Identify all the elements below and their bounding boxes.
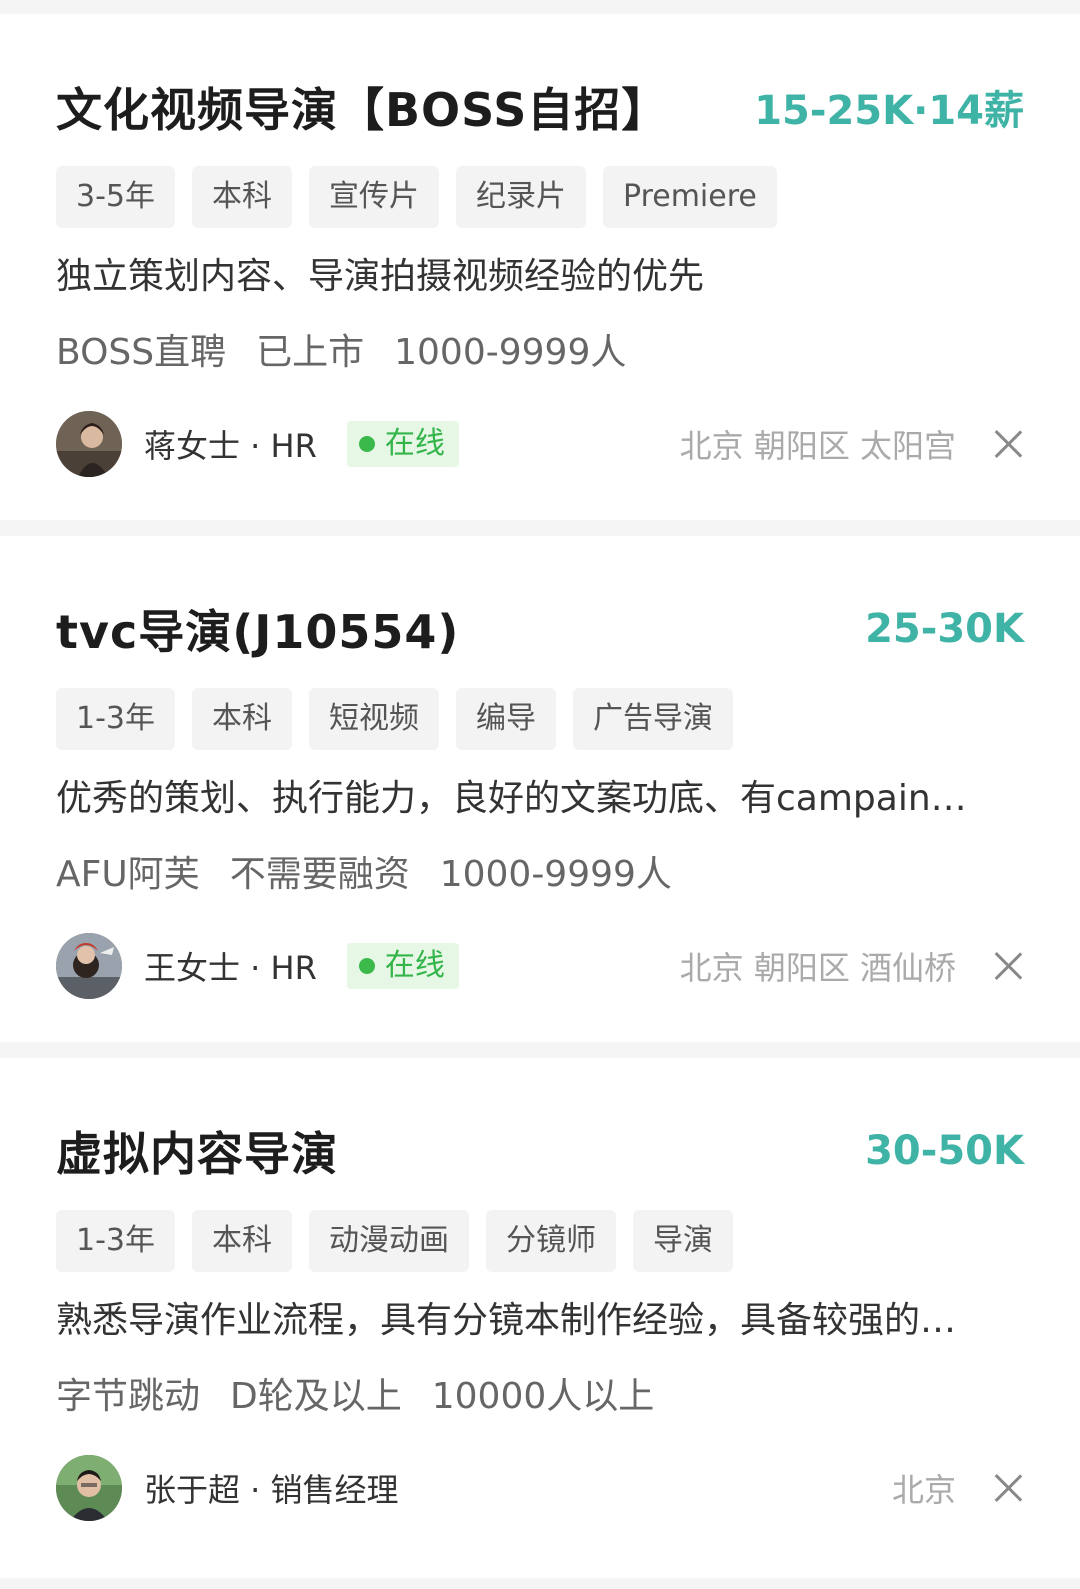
company-info: BOSS直聘 已上市 1000-9999人 (56, 326, 1024, 380)
job-header: 虚拟内容导演 30-50K (56, 1058, 1024, 1182)
close-icon[interactable] (992, 428, 1024, 460)
job-location: 北京 (891, 1471, 956, 1509)
top-divider (0, 0, 1080, 14)
tag: 动漫动画 (309, 1210, 469, 1272)
tag-list: 1-3年 本科 短视频 编导 广告导演 (56, 688, 1024, 750)
tag: 本科 (192, 1210, 292, 1272)
online-label: 在线 (384, 948, 445, 983)
tag: 编导 (456, 688, 556, 750)
company-name: 字节跳动 (56, 1376, 201, 1417)
company-size: 10000人以上 (431, 1376, 655, 1417)
recruiter-row: 蒋女士 · HR 在线 北京 朝阳区 太阳宫 (56, 410, 1024, 478)
recruiter-row: 张于超 · 销售经理 北京 (56, 1454, 1024, 1522)
online-dot-icon (358, 958, 375, 974)
salary: 25-30K (865, 606, 1024, 652)
company-size: 1000-9999人 (439, 854, 672, 895)
tag: 分镜师 (486, 1210, 616, 1272)
avatar[interactable] (56, 411, 122, 477)
job-list: 文化视频导演【BOSS自招】 15-25K·14薪 3-5年 本科 宣传片 纪录… (0, 0, 1080, 1578)
job-description: 优秀的策划、执行能力，良好的文案功底、有campain… (56, 778, 967, 819)
recruiter-name: 王女士 · HR (144, 949, 317, 987)
funding-stage: D轮及以上 (230, 1376, 402, 1417)
salary: 15-25K·14薪 (754, 88, 1024, 134)
job-title[interactable]: 文化视频导演【BOSS自招】 (56, 74, 668, 140)
tag: Premiere (603, 166, 777, 228)
job-card[interactable]: tvc导演(J10554) 25-30K 1-3年 本科 短视频 编导 广告导演… (0, 536, 1080, 1042)
funding-stage: 不需要融资 (229, 854, 410, 895)
tag-list: 3-5年 本科 宣传片 纪录片 Premiere (56, 166, 1024, 228)
salary: 30-50K (865, 1128, 1024, 1174)
avatar[interactable] (56, 933, 122, 999)
close-icon[interactable] (992, 950, 1024, 982)
tag: 纪录片 (456, 166, 586, 228)
online-badge: 在线 (346, 421, 459, 467)
company-name: AFU阿芙 (56, 854, 200, 895)
tag: 本科 (192, 166, 292, 228)
online-label: 在线 (384, 426, 445, 461)
job-description: 熟悉导演作业流程，具有分镜本制作经验，具备较强的… (56, 1300, 957, 1341)
tag: 短视频 (309, 688, 439, 750)
job-header: 文化视频导演【BOSS自招】 15-25K·14薪 (56, 14, 1024, 138)
recruiter-name: 张于超 · 销售经理 (144, 1471, 399, 1509)
close-icon[interactable] (992, 1472, 1024, 1504)
company-info: 字节跳动 D轮及以上 10000人以上 (56, 1370, 1024, 1424)
job-card[interactable]: 虚拟内容导演 30-50K 1-3年 本科 动漫动画 分镜师 导演 熟悉导演作业… (0, 1058, 1080, 1578)
tag: 1-3年 (56, 1210, 175, 1272)
funding-stage: 已上市 (256, 332, 365, 373)
online-badge: 在线 (346, 943, 459, 989)
job-location: 北京 朝阳区 太阳宫 (679, 427, 956, 465)
tag: 本科 (192, 688, 292, 750)
job-description: 独立策划内容、导演拍摄视频经验的优先 (56, 256, 705, 297)
company-size: 1000-9999人 (394, 332, 627, 373)
online-dot-icon (358, 436, 375, 452)
tag: 宣传片 (309, 166, 439, 228)
tag: 导演 (633, 1210, 733, 1272)
job-header: tvc导演(J10554) 25-30K (56, 536, 1024, 660)
job-location: 北京 朝阳区 酒仙桥 (679, 949, 956, 987)
tag-list: 1-3年 本科 动漫动画 分镜师 导演 (56, 1210, 1024, 1272)
recruiter-row: 王女士 · HR 在线 北京 朝阳区 酒仙桥 (56, 932, 1024, 1000)
avatar[interactable] (56, 1455, 122, 1521)
tag: 广告导演 (573, 688, 733, 750)
tag: 1-3年 (56, 688, 175, 750)
job-card[interactable]: 文化视频导演【BOSS自招】 15-25K·14薪 3-5年 本科 宣传片 纪录… (0, 14, 1080, 520)
company-info: AFU阿芙 不需要融资 1000-9999人 (56, 848, 1024, 902)
recruiter-name: 蒋女士 · HR (144, 427, 317, 465)
company-name: BOSS直聘 (56, 332, 227, 373)
job-title[interactable]: tvc导演(J10554) (56, 596, 459, 662)
tag: 3-5年 (56, 166, 175, 228)
job-title[interactable]: 虚拟内容导演 (56, 1118, 338, 1184)
